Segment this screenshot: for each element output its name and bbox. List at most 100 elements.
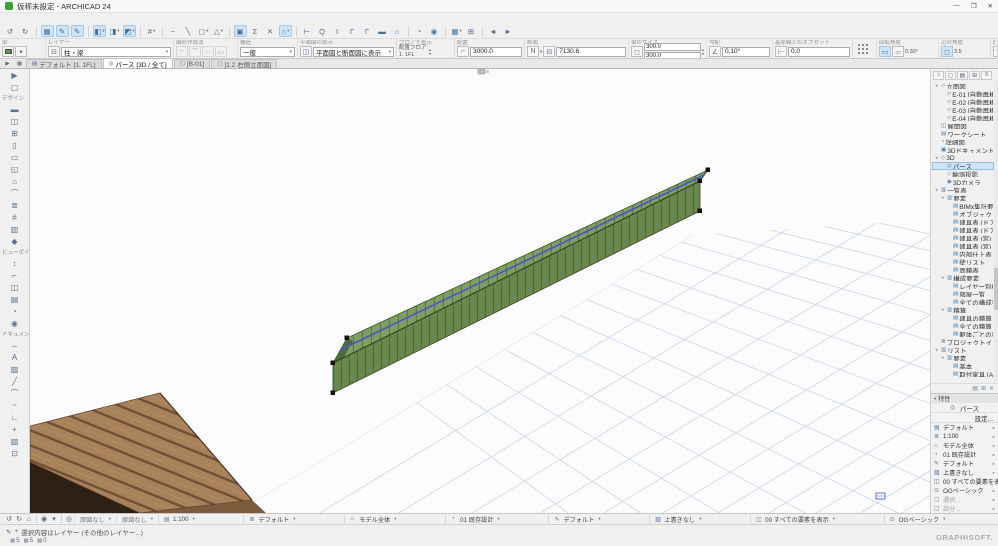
navigator-tree-item[interactable]: ◫ 展開図 — [932, 122, 994, 130]
placement-pen-button[interactable]: ✎ — [993, 46, 997, 57]
marquee-tool-icon[interactable]: ▢ — [0, 81, 29, 93]
line-mode-icon[interactable]: ╲ — [182, 25, 195, 37]
corner2-icon[interactable]: Γ — [361, 25, 374, 37]
navigator-tree-item[interactable]: ▤ 面積表 — [932, 266, 994, 274]
ref-offset-input[interactable]: 0.0 — [788, 46, 850, 57]
group-icon[interactable]: ▣ — [234, 25, 247, 37]
navigator-tree-item[interactable]: ▤ 全ての構成要素 — [932, 298, 994, 306]
tree-settings-icon[interactable]: ▤ — [972, 385, 978, 392]
view-nav-button[interactable] — [61, 515, 62, 523]
navigator-tree-item[interactable]: ▤ 建具表 (ドア) — [932, 218, 994, 226]
view-setting-row[interactable]: ▢ 選択... ▸ — [931, 495, 998, 505]
view-tab[interactable]: ◎ パース [3D / 全て] — [102, 58, 173, 69]
object-tool-icon[interactable]: ◆ — [0, 235, 29, 247]
quick-option[interactable]: ⌂ モデル全体 ▾ — [344, 514, 445, 524]
toolbar-button[interactable] — [140, 25, 141, 37]
delete-icon[interactable]: ✕ — [264, 25, 277, 37]
line-tool-icon[interactable]: ╱ — [0, 375, 29, 387]
project-chooser-icon[interactable]: ⌂ — [933, 70, 944, 80]
toolbar-button[interactable] — [445, 25, 446, 37]
fill-tool-icon[interactable]: ▨ — [0, 363, 29, 375]
interior-elevation-tool-icon[interactable]: ◫ — [0, 281, 29, 293]
back-icon[interactable]: ◄ — [487, 25, 500, 37]
view-option[interactable]: 原図なし ▾ — [116, 514, 158, 524]
geometry-rect-button[interactable]: ▭ — [215, 46, 227, 57]
window-tool-icon[interactable]: ⊞ — [0, 127, 29, 139]
hotspot-tool-icon[interactable]: + — [0, 423, 29, 435]
arc-tool-icon[interactable]: ⌒ — [0, 387, 29, 399]
quick-option[interactable]: ▨ 上書きなし ▾ — [649, 514, 750, 524]
tool-settings-dropdown[interactable]: ▾ — [15, 46, 27, 57]
info-icon[interactable]: I — [331, 25, 344, 37]
beam-default-settings-button[interactable] — [2, 46, 14, 57]
snap-guides-icon[interactable]: ◨ ▾ — [108, 25, 121, 37]
story-icon[interactable]: ⌂ ▾ — [279, 25, 292, 37]
toolbar-button[interactable] — [88, 25, 89, 37]
navigator-tree-item[interactable]: ▤ 建具表 (ドア)_集計 — [932, 226, 994, 234]
trim-icon[interactable]: ▬ — [376, 25, 389, 37]
polyline-tool-icon[interactable]: ∟ — [0, 411, 29, 423]
maximize-button[interactable]: ❐ — [971, 2, 977, 10]
navigator-tree-item[interactable]: ▱ E-01 [自動再構築を使用] — [932, 90, 994, 98]
view-nav-button[interactable] — [36, 515, 37, 523]
snap-points-icon[interactable]: ◩ ▾ — [123, 25, 136, 37]
wall-tool-icon[interactable]: ▬ — [0, 103, 29, 115]
view-map-icon[interactable]: ▤ — [957, 70, 968, 80]
tab-scroll-button[interactable]: ▶ — [2, 59, 13, 68]
geometry-curved-button[interactable]: ⌒ — [189, 46, 201, 57]
toolbar-button[interactable] — [482, 25, 483, 37]
navigator-tree-item[interactable]: ▤ ワークシート — [932, 130, 994, 138]
view-setting-row[interactable]: ▨ 上書きなし ▸ — [931, 468, 998, 478]
navigator-tree-item[interactable]: ∨ ▥ 積算 — [932, 306, 994, 314]
minimize-button[interactable]: — — [953, 2, 960, 10]
toolbar-button[interactable] — [296, 25, 297, 37]
worksheet-tool-icon[interactable]: ▤ — [0, 293, 29, 305]
navigator-tree-item[interactable]: ∨ ◇ 3D — [932, 154, 994, 162]
curtain-wall-tool-icon[interactable]: ▥ — [0, 223, 29, 235]
beam-height-input[interactable]: 300.0 — [644, 52, 701, 58]
rotation-horizontal-button[interactable]: ▭ — [879, 46, 891, 57]
navigator-tree-item[interactable]: ▤ 基本 — [932, 362, 994, 370]
expander-icon[interactable]: ∨ — [941, 275, 946, 281]
view-setting-row[interactable]: ◔ 01 既存設計 ▸ — [931, 450, 998, 460]
geometry-straight-button[interactable]: ─ — [176, 46, 188, 57]
expander-icon[interactable]: ∨ — [935, 347, 940, 353]
navigator-tree-item[interactable]: ≣ プロジェクトインデックス — [932, 338, 994, 346]
anchor-point-selector[interactable] — [857, 43, 869, 55]
plan-display-select[interactable]: 平面図と断面図に表示 ▾ — [313, 46, 394, 57]
expander-icon[interactable]: ∨ — [935, 83, 940, 89]
view-tab[interactable]: ▢ [B-01] — [173, 59, 211, 68]
close-button[interactable]: ✕ — [988, 2, 993, 10]
pen-icon[interactable]: ✎ — [56, 25, 69, 37]
navigator-tree-item[interactable]: ▱ E-02 [自動再構築を使用] — [932, 98, 994, 106]
corner-icon[interactable]: Γ — [346, 25, 359, 37]
sum-icon[interactable]: Σ — [249, 25, 262, 37]
quick-option[interactable]: ◫ 00 すべての要素を表示 ▾ — [750, 514, 884, 524]
toolbar-button[interactable] — [162, 25, 163, 37]
navigator-tree-item[interactable]: ◇ 軸測投影 — [932, 170, 994, 178]
view-setting-row[interactable]: ⌂ モデル全体 ▸ — [931, 441, 998, 451]
shell-tool-icon[interactable]: ⌒ — [0, 187, 29, 199]
view-setting-row[interactable]: ✎ デフォルト ▸ — [931, 459, 998, 469]
expander-icon[interactable]: ∨ — [935, 187, 940, 193]
edge-angle-value[interactable]: 3.5 — [954, 49, 962, 55]
expander-icon[interactable]: ∨ — [935, 155, 940, 161]
navigator-tree-item[interactable]: ∨ ▥ 構成要素 — [932, 274, 994, 282]
pen2-icon[interactable]: ✎ — [71, 25, 84, 37]
column-tool-icon[interactable]: ▯ — [0, 139, 29, 151]
zoom-icon[interactable]: ◎ — [64, 515, 74, 523]
navigator-tree-item[interactable]: ▤ 建具表 (窓)_集計 — [932, 242, 994, 250]
elevation-tool-icon[interactable]: ⌐ — [0, 269, 29, 281]
measure-icon[interactable]: ⊢ — [301, 25, 314, 37]
deck-3d-object[interactable] — [30, 392, 266, 513]
length-input[interactable]: 7130.6 — [556, 46, 626, 57]
navigator-tree-item[interactable]: ▤ 躯体ごとの積算 — [932, 330, 994, 338]
rebuild-icon[interactable]: ◔ — [413, 25, 426, 37]
dropdown-arrow-icon[interactable]: ▾ — [540, 49, 542, 55]
navigator-tree-item[interactable]: ∨ ▥ 要素 — [932, 354, 994, 362]
navigator-tree-item[interactable]: ◎ パース — [932, 162, 994, 170]
toolbar-button[interactable] — [36, 25, 37, 37]
spline-tool-icon[interactable]: ~ — [0, 399, 29, 411]
size-shape-button[interactable]: ◻ — [631, 46, 643, 57]
scrollbar-thumb[interactable] — [994, 268, 998, 311]
